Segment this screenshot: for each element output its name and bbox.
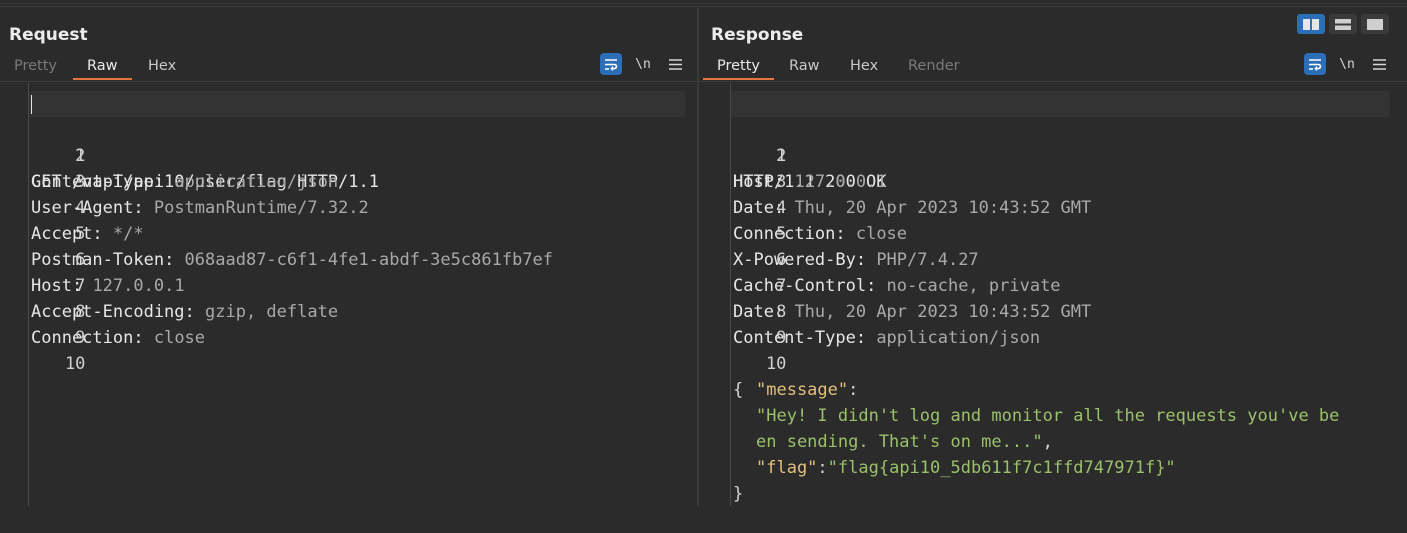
hamburger-menu-icon [1372, 58, 1386, 70]
json-close-brace: } [733, 484, 744, 504]
response-editor[interactable]: 1 HTTP/1.1 200 OK 2 Host: 127.0.0.1 3 Da… [699, 83, 1407, 506]
request-newline-toggle[interactable]: \n [632, 53, 654, 75]
wrap-lines-icon [605, 58, 618, 71]
response-header-line: 2 Host: 127.0.0.1 [699, 117, 1407, 192]
response-tab-render[interactable]: Render [894, 57, 974, 78]
response-editor-toolbar: \n [1304, 53, 1394, 77]
request-pane: Request Pretty Raw Hex \n 1 GET /vapi/ap… [0, 8, 697, 506]
response-pane: Response Pretty Raw Hex Render \n 1 HTTP… [699, 8, 1407, 506]
response-header-line: 4 Connection: close [699, 169, 1407, 244]
request-header-line: 6 Host: 127.0.0.1 [0, 221, 697, 296]
request-title: Request [9, 25, 88, 45]
request-tabs: Pretty Raw Hex [0, 55, 697, 82]
json-flag-line: "flag":"flag{api10_5db611f7c1ffd747971f}… [756, 458, 1176, 478]
request-header-line: 4 Accept: */* [0, 169, 697, 244]
json-close-line: } [699, 455, 1407, 504]
window-top-border [0, 0, 1407, 7]
request-empty-line: 9 [0, 299, 697, 348]
response-wrap-toggle[interactable] [1304, 53, 1326, 75]
request-tab-raw[interactable]: Raw [73, 57, 132, 80]
request-empty-line: 10 [0, 325, 697, 374]
text-cursor [31, 95, 32, 114]
response-header-line: 8 Content-Type: application/json [699, 273, 1407, 348]
request-header-line: 2 Content-Type: application/json [0, 117, 697, 192]
response-newline-toggle[interactable]: \n [1336, 53, 1358, 75]
request-editor-toolbar: \n [600, 53, 690, 77]
json-message-value-line: "Hey! I didn't log and monitor all the r… [699, 377, 1407, 426]
request-header-line: 7 Accept-Encoding: gzip, deflate [0, 247, 697, 322]
response-header-line: 3 Date: Thu, 20 Apr 2023 10:43:52 GMT [699, 143, 1407, 218]
wrap-lines-icon [1309, 58, 1322, 71]
request-menu-button[interactable] [664, 53, 686, 75]
request-tab-hex[interactable]: Hex [134, 57, 190, 78]
line-number: 10 [64, 354, 86, 374]
response-tab-hex[interactable]: Hex [836, 57, 892, 78]
response-header-line: 7 Date: Thu, 20 Apr 2023 10:43:52 GMT [699, 247, 1407, 322]
response-header-line: 6 Cache-Control: no-cache, private [699, 221, 1407, 296]
response-tabs: Pretty Raw Hex Render [699, 55, 1407, 82]
json-message-value-line-wrapped: en sending. That's on me...", [756, 432, 1053, 452]
response-empty-line: 9 [776, 328, 787, 348]
request-tab-pretty[interactable]: Pretty [0, 57, 71, 78]
request-line-1: 1 GET /vapi/api10/user/flag HTTP/1.1 [0, 91, 697, 192]
hamburger-menu-icon [668, 58, 682, 70]
response-title: Response [711, 25, 804, 45]
request-header-line: 3 User-Agent: PostmanRuntime/7.32.2 [0, 143, 697, 218]
response-status-line: 1 HTTP/1.1 200 OK [699, 91, 1407, 192]
request-header-line: 5 Postman-Token: 068aad87-c6f1-4fe1-abdf… [0, 195, 697, 270]
json-open-line: 10 { [699, 325, 1407, 400]
request-header-line: 8 Connection: close [0, 273, 697, 348]
response-header-line: 5 X-Powered-By: PHP/7.4.27 [699, 195, 1407, 270]
response-menu-button[interactable] [1368, 53, 1390, 75]
request-wrap-toggle[interactable] [600, 53, 622, 75]
json-message-key-line: "message": [756, 380, 859, 400]
response-tab-pretty[interactable]: Pretty [703, 57, 775, 80]
response-tab-raw[interactable]: Raw [775, 57, 834, 78]
request-editor[interactable]: 1 GET /vapi/api10/user/flag HTTP/1.1 2 C… [0, 83, 697, 506]
